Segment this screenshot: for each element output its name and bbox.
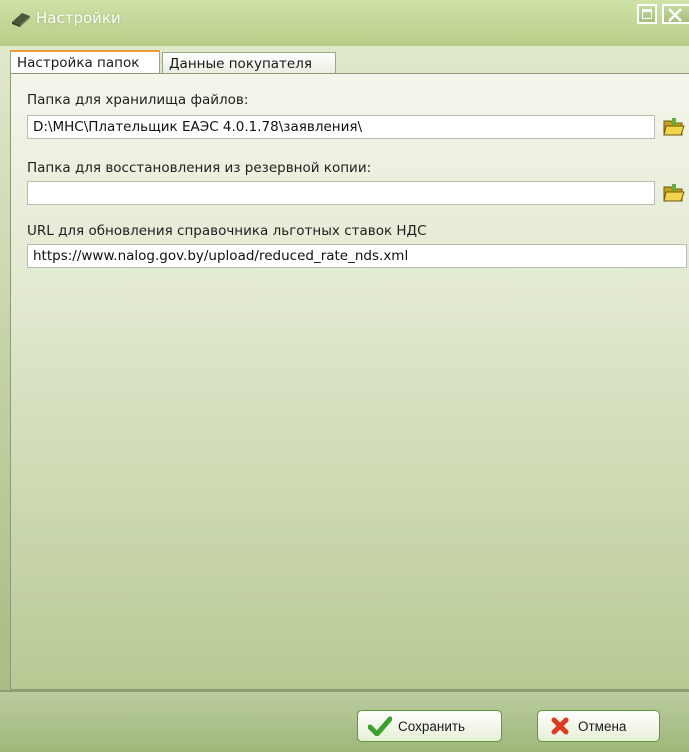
save-button[interactable]: Сохранить <box>357 710 502 742</box>
folder-open-icon <box>663 118 685 136</box>
dialog-footer: Сохранить Отмена <box>0 690 689 752</box>
tab-buyer-data[interactable]: Данные покупателя <box>162 52 336 73</box>
storage-folder-label: Папка для хранилища файлов: <box>27 92 249 108</box>
close-icon <box>668 8 682 22</box>
storage-folder-browse-button[interactable] <box>660 115 687 139</box>
save-button-label: Сохранить <box>398 718 466 734</box>
checkmark-icon <box>368 715 392 737</box>
title-bar[interactable]: Настройки <box>0 0 689 46</box>
cross-icon <box>548 715 572 737</box>
window-title: Настройки <box>36 9 121 27</box>
restore-folder-label: Папка для восстановления из резервной ко… <box>27 160 372 176</box>
close-button[interactable] <box>662 4 689 24</box>
storage-folder-input[interactable]: D:\МНС\Плательщик ЕАЭС 4.0.1.78\заявлени… <box>27 115 655 139</box>
settings-window: Настройки Настройка папок Данные покупат… <box>0 0 689 752</box>
book-icon <box>10 10 32 28</box>
folder-settings-panel: Папка для хранилища файлов: D:\МНС\Плате… <box>10 73 689 690</box>
restore-folder-input[interactable] <box>27 181 655 205</box>
cancel-button[interactable]: Отмена <box>537 710 660 742</box>
update-url-label: URL для обновления справочника льготных … <box>27 223 427 239</box>
folder-open-icon <box>663 184 685 202</box>
tab-folder-settings[interactable]: Настройка папок <box>10 50 160 73</box>
footer-divider <box>0 690 689 692</box>
cancel-button-label: Отмена <box>578 718 627 734</box>
maximize-button[interactable] <box>637 4 657 24</box>
maximize-icon <box>642 9 652 19</box>
update-url-input[interactable]: https://www.nalog.gov.by/upload/reduced_… <box>27 244 687 268</box>
restore-folder-browse-button[interactable] <box>660 181 687 205</box>
